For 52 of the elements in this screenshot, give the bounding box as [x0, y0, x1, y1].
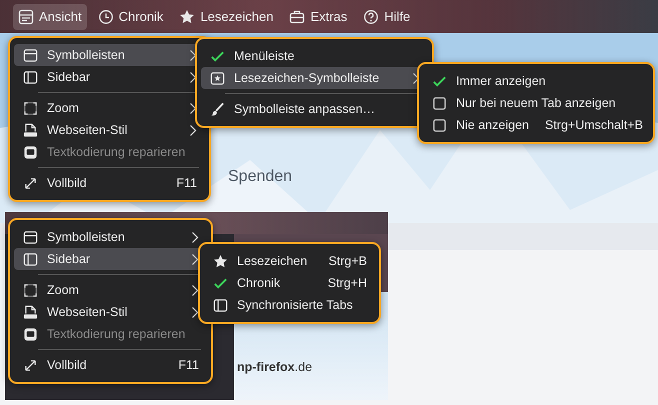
star-icon — [213, 254, 228, 268]
page-heading: Spenden — [228, 168, 292, 186]
menu-bar-item[interactable]: Chronik — [92, 4, 168, 30]
zoom-icon — [23, 100, 38, 116]
shortcut-label: F11 — [177, 358, 199, 372]
toolbox-icon — [289, 8, 306, 24]
bookmark-bar-icon — [210, 70, 225, 86]
checkbox-icon — [432, 118, 447, 132]
view-icon — [18, 8, 34, 24]
menu-bar-item[interactable]: Extras — [284, 4, 352, 30]
menu-item[interactable]: Nie anzeigen Strg+Umschalt+B — [423, 114, 649, 136]
star-icon — [179, 8, 196, 24]
sidebar-icon — [213, 298, 228, 312]
chevron-icon — [189, 48, 197, 62]
checkbox-icon — [432, 96, 447, 110]
menu-bar-item[interactable]: Ansicht — [13, 4, 87, 30]
stylesheet-icon — [23, 304, 38, 320]
fullscreen-icon — [23, 176, 38, 190]
menu-item[interactable]: Vollbild F11 — [14, 172, 205, 194]
menu-bar-item[interactable]: Lesezeichen — [174, 4, 278, 30]
chevron-icon — [191, 230, 199, 244]
shortcut-label: F11 — [175, 176, 197, 190]
menu-item[interactable]: Vollbild F11 — [14, 354, 207, 376]
shortcut-label: Strg+Umschalt+B — [544, 118, 643, 132]
shortcut-label: Strg+B — [327, 254, 367, 268]
fullscreen-icon — [23, 358, 38, 372]
clock-icon — [98, 8, 114, 24]
toolbar-icon — [23, 48, 38, 62]
shortcut-label: Strg+H — [326, 276, 367, 290]
chevron-icon — [191, 284, 199, 296]
zoom-icon — [23, 282, 38, 298]
chevron-icon — [412, 72, 420, 84]
menu-item[interactable]: Webseiten-Stil — [14, 119, 205, 141]
toolbar-icon — [23, 230, 38, 244]
sidebar-icon — [23, 70, 38, 84]
chevron-icon — [189, 102, 197, 114]
chevron-icon — [189, 124, 197, 136]
sidebar-icon — [23, 252, 38, 266]
menu-item[interactable]: Synchronisierte Tabs — [204, 294, 375, 316]
encoding-icon — [23, 144, 38, 160]
stylesheet-icon — [23, 122, 38, 138]
chevron-icon — [191, 252, 199, 266]
chevron-icon — [189, 70, 197, 84]
menu-item[interactable]: Chronik Strg+H — [204, 272, 375, 294]
menu-item[interactable]: Lesezeichen Strg+B — [204, 250, 375, 272]
site-logo-text: np-firefox.de — [237, 360, 312, 374]
menu-bar-item[interactable]: Hilfe — [358, 4, 416, 30]
chevron-icon — [191, 306, 199, 318]
menu-item[interactable]: Nur bei neuem Tab anzeigen — [423, 92, 649, 114]
encoding-icon — [23, 326, 38, 342]
help-icon — [363, 8, 380, 24]
brush-icon — [210, 102, 225, 116]
